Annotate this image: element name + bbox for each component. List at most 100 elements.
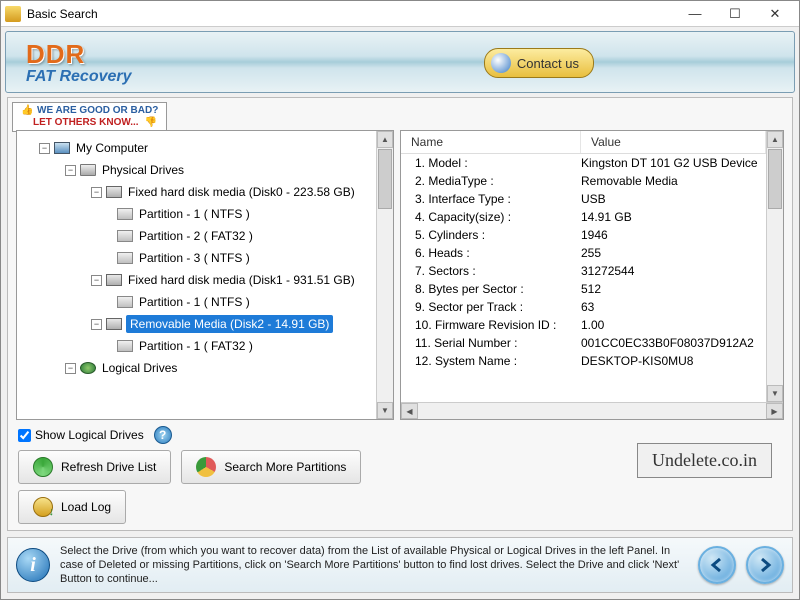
table-row[interactable]: 6. Heads :255 <box>401 244 766 262</box>
table-row[interactable]: 9. Sector per Track :63 <box>401 298 766 316</box>
help-icon[interactable]: ? <box>154 426 172 444</box>
tree-scrollbar-vertical[interactable]: ▲ ▼ <box>376 131 393 419</box>
refresh-icon <box>33 457 53 477</box>
tree-disk0-partition2[interactable]: Partition - 2 ( FAT32 ) <box>21 225 372 247</box>
column-name[interactable]: Name <box>401 131 581 153</box>
next-button[interactable] <box>746 546 784 584</box>
table-body: 1. Model :Kingston DT 101 G2 USB Device2… <box>401 154 766 370</box>
property-value: 512 <box>581 282 766 296</box>
show-logical-label: Show Logical Drives <box>35 428 144 442</box>
drive-tree-pane: −My Computer −Physical Drives −Fixed har… <box>16 130 394 420</box>
table-row[interactable]: 3. Interface Type :USB <box>401 190 766 208</box>
scroll-up-icon[interactable]: ▲ <box>377 131 393 148</box>
table-row[interactable]: 4. Capacity(size) :14.91 GB <box>401 208 766 226</box>
review-line2: LET OTHERS KNOW... <box>33 117 139 128</box>
hdd-icon <box>106 274 122 286</box>
property-value: Removable Media <box>581 174 766 188</box>
panes-container: −My Computer −Physical Drives −Fixed har… <box>16 130 784 420</box>
tree-disk0[interactable]: −Fixed hard disk media (Disk0 - 223.58 G… <box>21 181 372 203</box>
collapse-icon[interactable]: − <box>39 143 50 154</box>
property-name: 12. System Name : <box>401 354 581 368</box>
arrow-right-icon <box>757 557 773 573</box>
partition-icon <box>117 340 133 352</box>
info-icon: i <box>16 548 50 582</box>
close-button[interactable]: ✕ <box>755 3 795 25</box>
contact-us-button[interactable]: Contact us <box>484 48 594 78</box>
scroll-up-icon[interactable]: ▲ <box>767 131 783 148</box>
globe-icon <box>80 362 96 374</box>
tree-disk1-partition1[interactable]: Partition - 1 ( NTFS ) <box>21 291 372 313</box>
property-name: 8. Bytes per Sector : <box>401 282 581 296</box>
table-row[interactable]: 1. Model :Kingston DT 101 G2 USB Device <box>401 154 766 172</box>
app-window: Basic Search — ☐ ✕ DDR FAT Recovery Cont… <box>0 0 800 600</box>
maximize-button[interactable]: ☐ <box>715 3 755 25</box>
property-name: 6. Heads : <box>401 246 581 260</box>
show-logical-input[interactable] <box>18 429 31 442</box>
hdd-icon <box>106 186 122 198</box>
property-value: 14.91 GB <box>581 210 766 224</box>
collapse-icon[interactable]: − <box>91 187 102 198</box>
tree-disk1[interactable]: −Fixed hard disk media (Disk1 - 931.51 G… <box>21 269 372 291</box>
table-row[interactable]: 8. Bytes per Sector :512 <box>401 280 766 298</box>
scroll-left-icon[interactable]: ◀ <box>401 403 418 419</box>
tree-disk2-partition1[interactable]: Partition - 1 ( FAT32 ) <box>21 335 372 357</box>
titlebar: Basic Search — ☐ ✕ <box>1 1 799 27</box>
properties-pane: Name Value 1. Model :Kingston DT 101 G2 … <box>400 130 784 420</box>
property-value: 255 <box>581 246 766 260</box>
column-value[interactable]: Value <box>581 131 766 153</box>
table-scrollbar-vertical[interactable]: ▲ ▼ <box>766 131 783 402</box>
tree-physical-drives[interactable]: −Physical Drives <box>21 159 372 181</box>
back-button[interactable] <box>698 546 736 584</box>
computer-icon <box>54 142 70 154</box>
collapse-icon[interactable]: − <box>65 165 76 176</box>
table-row[interactable]: 12. System Name :DESKTOP-KIS0MU8 <box>401 352 766 370</box>
load-log-button[interactable]: Load Log <box>18 490 126 524</box>
show-logical-checkbox[interactable]: Show Logical Drives <box>18 428 144 442</box>
property-value: Kingston DT 101 G2 USB Device <box>581 156 766 170</box>
main-content: 👍 WE ARE GOOD OR BAD? LET OTHERS KNOW...… <box>7 97 793 531</box>
search-more-label: Search More Partitions <box>224 460 346 474</box>
thumbs-down-icon: 👎 <box>145 117 155 127</box>
property-value: 001CC0EC33B0F08037D912A2 <box>581 336 766 350</box>
tree-my-computer[interactable]: −My Computer <box>21 137 372 159</box>
collapse-icon[interactable]: − <box>65 363 76 374</box>
contact-label: Contact us <box>517 56 579 71</box>
minimize-button[interactable]: — <box>675 3 715 25</box>
property-name: 4. Capacity(size) : <box>401 210 581 224</box>
app-icon <box>5 6 21 22</box>
table-row[interactable]: 10. Firmware Revision ID :1.00 <box>401 316 766 334</box>
refresh-drive-list-button[interactable]: Refresh Drive List <box>18 450 171 484</box>
scroll-down-icon[interactable]: ▼ <box>767 385 783 402</box>
table-row[interactable]: 7. Sectors :31272544 <box>401 262 766 280</box>
property-value: USB <box>581 192 766 206</box>
tree-logical-drives[interactable]: −Logical Drives <box>21 357 372 379</box>
search-more-partitions-button[interactable]: Search More Partitions <box>181 450 361 484</box>
table-scrollbar-horizontal[interactable]: ◀ ▶ <box>401 402 783 419</box>
property-name: 1. Model : <box>401 156 581 170</box>
scroll-down-icon[interactable]: ▼ <box>377 402 393 419</box>
window-title: Basic Search <box>27 7 675 21</box>
table-row[interactable]: 2. MediaType :Removable Media <box>401 172 766 190</box>
property-name: 5. Cylinders : <box>401 228 581 242</box>
tree-disk2-selected[interactable]: −Removable Media (Disk2 - 14.91 GB) <box>21 313 372 335</box>
tree-disk0-partition1[interactable]: Partition - 1 ( NTFS ) <box>21 203 372 225</box>
review-banner[interactable]: 👍 WE ARE GOOD OR BAD? LET OTHERS KNOW...… <box>12 102 167 132</box>
property-name: 7. Sectors : <box>401 264 581 278</box>
collapse-icon[interactable]: − <box>91 319 102 330</box>
collapse-icon[interactable]: − <box>91 275 102 286</box>
pie-search-icon <box>196 457 216 477</box>
partition-icon <box>117 208 133 220</box>
property-name: 9. Sector per Track : <box>401 300 581 314</box>
property-name: 2. MediaType : <box>401 174 581 188</box>
tree-disk0-partition3[interactable]: Partition - 3 ( NTFS ) <box>21 247 372 269</box>
footer-bar: i Select the Drive (from which you want … <box>7 537 793 593</box>
scroll-thumb[interactable] <box>378 149 392 209</box>
arrow-left-icon <box>709 557 725 573</box>
table-row[interactable]: 5. Cylinders :1946 <box>401 226 766 244</box>
table-row[interactable]: 11. Serial Number :001CC0EC33B0F08037D91… <box>401 334 766 352</box>
scroll-right-icon[interactable]: ▶ <box>766 403 783 419</box>
scroll-thumb[interactable] <box>768 149 782 209</box>
drive-tree[interactable]: −My Computer −Physical Drives −Fixed har… <box>17 131 376 419</box>
properties-table: Name Value 1. Model :Kingston DT 101 G2 … <box>401 131 766 402</box>
refresh-label: Refresh Drive List <box>61 460 156 474</box>
